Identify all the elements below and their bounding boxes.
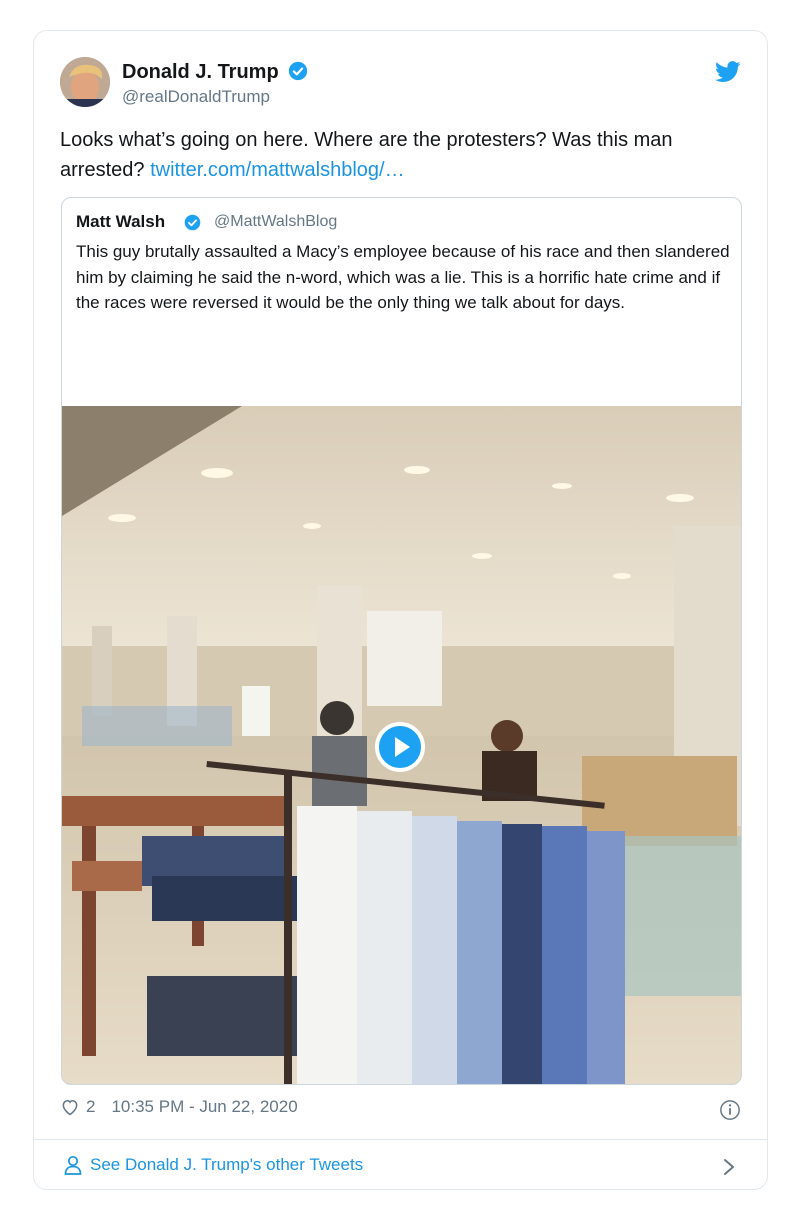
person-icon	[64, 1155, 82, 1175]
tweet-link[interactable]: twitter.com/mattwalshblog/…	[150, 159, 405, 181]
tweet-footer: 2 10:35 PM - Jun 22, 2020	[60, 1097, 298, 1117]
play-icon[interactable]	[375, 722, 425, 772]
author-name[interactable]: Donald J. Trump	[122, 61, 308, 84]
info-icon[interactable]	[719, 1099, 741, 1121]
avatar[interactable]	[60, 57, 110, 107]
verified-badge-icon	[289, 61, 308, 81]
see-other-tweets-label[interactable]: See Donald J. Trump's other Tweets	[90, 1155, 363, 1175]
verified-badge-icon	[184, 214, 201, 231]
video-thumbnail[interactable]	[62, 406, 741, 1084]
like-count[interactable]: 2	[86, 1097, 95, 1117]
quoted-author-handle: @MattWalshBlog	[214, 213, 338, 230]
quoted-tweet[interactable]: Matt Walsh @MattWalshBlog This guy bruta…	[61, 197, 742, 1085]
chevron-right-icon[interactable]	[721, 1157, 737, 1177]
embedded-tweet-card: Donald J. Trump @realDonaldTrump Looks w…	[33, 30, 768, 1190]
tweet-text: Looks what’s going on here. Where are th…	[60, 125, 740, 185]
twitter-bird-icon[interactable]	[715, 61, 741, 83]
heart-icon[interactable]	[60, 1097, 80, 1117]
quoted-author-name: Matt Walsh	[76, 212, 166, 231]
author-name-text[interactable]: Donald J. Trump	[122, 61, 279, 83]
quoted-text: This guy brutally assaulted a Macy’s emp…	[76, 242, 730, 312]
footer-divider	[34, 1139, 767, 1140]
see-other-tweets-link[interactable]: See Donald J. Trump's other Tweets	[64, 1155, 363, 1175]
timestamp[interactable]: 10:35 PM - Jun 22, 2020	[111, 1097, 297, 1117]
author-handle[interactable]: @realDonaldTrump	[122, 87, 270, 107]
